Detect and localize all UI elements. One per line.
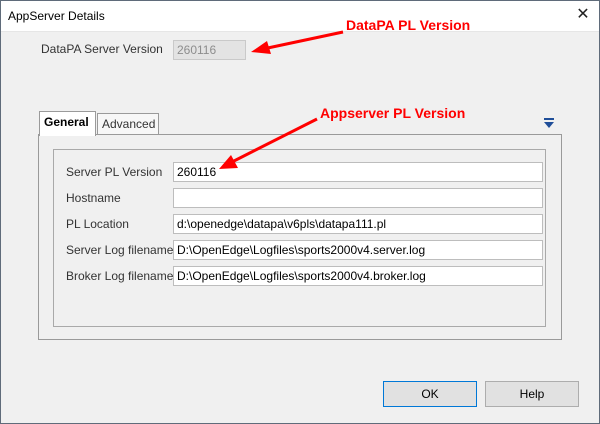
close-icon[interactable]: ✕ bbox=[575, 7, 591, 23]
datapa-annotation-arrow bbox=[251, 30, 344, 54]
appserver-pl-version-annotation: Appserver PL Version bbox=[320, 105, 466, 121]
window-title: AppServer Details bbox=[8, 9, 105, 23]
appserver-details-dialog: AppServer Details ✕ DataPA Server Versio… bbox=[0, 0, 600, 424]
datapa-server-version-label: DataPA Server Version bbox=[41, 42, 163, 56]
pl-location-field[interactable]: d:\openedge\datapa\v6pls\datapa111.pl bbox=[173, 214, 543, 234]
tab-advanced[interactable]: Advanced bbox=[97, 113, 159, 135]
server-log-filename-label: Server Log filename bbox=[66, 243, 174, 257]
datapa-pl-version-annotation: DataPA PL Version bbox=[346, 17, 471, 33]
hostname-label: Hostname bbox=[66, 191, 121, 205]
datapa-server-version-field: 260116 bbox=[173, 40, 246, 60]
broker-log-filename-label: Broker Log filename bbox=[66, 269, 174, 283]
chevron-down-icon[interactable] bbox=[542, 117, 556, 129]
server-log-filename-field[interactable]: D:\OpenEdge\Logfiles\sports2000v4.server… bbox=[173, 240, 543, 260]
server-pl-version-field[interactable]: 260116 bbox=[173, 162, 543, 182]
server-pl-version-label: Server PL Version bbox=[66, 165, 163, 179]
tab-general[interactable]: General bbox=[39, 111, 96, 136]
help-button[interactable]: Help bbox=[485, 381, 579, 407]
pl-location-label: PL Location bbox=[66, 217, 129, 231]
hostname-field[interactable] bbox=[173, 188, 543, 208]
broker-log-filename-field[interactable]: D:\OpenEdge\Logfiles\sports2000v4.broker… bbox=[173, 266, 543, 286]
ok-button[interactable]: OK bbox=[383, 381, 477, 407]
title-bar: AppServer Details ✕ bbox=[1, 1, 599, 32]
